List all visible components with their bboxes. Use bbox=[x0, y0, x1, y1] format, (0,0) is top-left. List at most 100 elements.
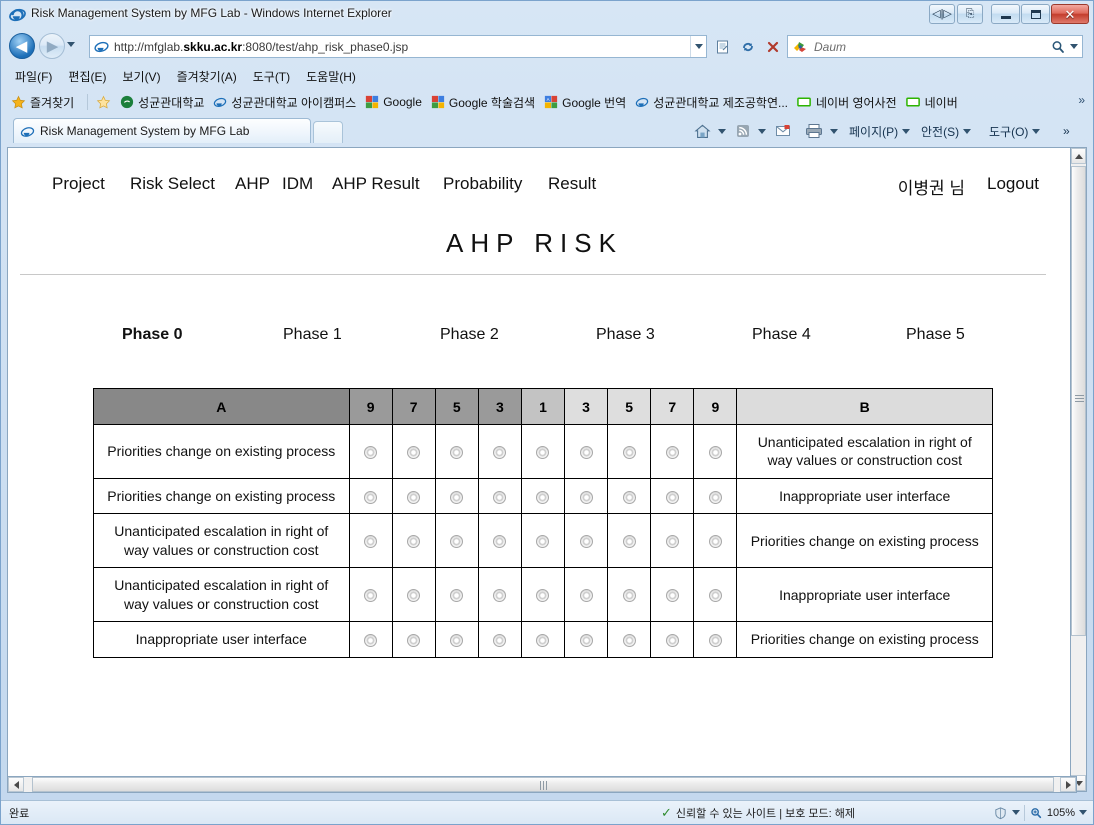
logout-link[interactable]: Logout bbox=[987, 174, 1039, 199]
minimize-button[interactable] bbox=[991, 4, 1020, 24]
address-input[interactable]: http://mfglab.skku.ac.kr:8080/test/ahp_r… bbox=[89, 35, 707, 58]
radio-button[interactable] bbox=[450, 634, 464, 648]
nav-link-result[interactable]: Result bbox=[548, 174, 596, 194]
radio-button[interactable] bbox=[364, 446, 378, 460]
scroll-up-button[interactable] bbox=[1071, 148, 1086, 164]
favorite-item-google-scholar[interactable]: Google 학술검색 bbox=[431, 94, 535, 111]
radio-button[interactable] bbox=[579, 490, 593, 504]
address-dropdown-button[interactable] bbox=[690, 36, 706, 57]
radio-cell-5r[interactable] bbox=[607, 621, 652, 658]
favorite-item-google-translate[interactable]: A Google 번역 bbox=[544, 94, 626, 111]
radio-button[interactable] bbox=[364, 589, 378, 603]
radio-button[interactable] bbox=[622, 490, 636, 504]
radio-cell-9l[interactable] bbox=[348, 567, 393, 623]
mail-button[interactable] bbox=[771, 120, 795, 142]
search-input[interactable]: Daum bbox=[787, 35, 1083, 58]
radio-button[interactable] bbox=[364, 490, 378, 504]
radio-cell-5r[interactable] bbox=[607, 513, 652, 569]
radio-cell-7r[interactable] bbox=[650, 621, 695, 658]
radio-button[interactable] bbox=[622, 535, 636, 549]
radio-cell-1[interactable] bbox=[520, 513, 566, 569]
radio-cell-7r[interactable] bbox=[650, 567, 695, 623]
phase-tab-3[interactable]: Phase 3 bbox=[596, 326, 655, 344]
radio-cell-3l[interactable] bbox=[477, 621, 522, 658]
radio-cell-3l[interactable] bbox=[477, 424, 522, 479]
radio-cell-7r[interactable] bbox=[650, 513, 695, 569]
radio-cell-7l[interactable] bbox=[391, 621, 436, 658]
radio-button[interactable] bbox=[536, 589, 550, 603]
radio-cell-7l[interactable] bbox=[391, 477, 436, 515]
phase-tab-4[interactable]: Phase 4 bbox=[752, 326, 811, 344]
security-zone[interactable]: ✓ 신뢰할 수 있는 사이트 | 보호 모드: 해제 bbox=[661, 805, 855, 821]
radio-button[interactable] bbox=[407, 589, 421, 603]
radio-cell-5l[interactable] bbox=[434, 424, 479, 479]
favorite-item-icampus[interactable]: 성균관대학교 아이캠퍼스 bbox=[213, 94, 356, 111]
menu-item-favorites[interactable]: 즐겨찾기(A) bbox=[177, 68, 237, 85]
radio-button[interactable] bbox=[450, 535, 464, 549]
menu-item-view[interactable]: 보기(V) bbox=[122, 68, 160, 85]
radio-cell-3r[interactable] bbox=[564, 424, 609, 479]
search-go-button[interactable] bbox=[1050, 39, 1066, 55]
radio-button[interactable] bbox=[407, 446, 421, 460]
radio-cell-5r[interactable] bbox=[607, 567, 652, 623]
radio-cell-3l[interactable] bbox=[477, 477, 522, 515]
scroll-left-button[interactable] bbox=[8, 777, 24, 792]
radio-cell-9r[interactable] bbox=[693, 477, 738, 515]
radio-button[interactable] bbox=[493, 535, 507, 549]
menu-item-file[interactable]: 파일(F) bbox=[15, 68, 52, 85]
favorite-item-google[interactable]: Google bbox=[365, 95, 422, 109]
radio-cell-9r[interactable] bbox=[693, 424, 738, 479]
radio-button[interactable] bbox=[493, 589, 507, 603]
radio-cell-5l[interactable] bbox=[434, 513, 479, 569]
radio-button[interactable] bbox=[579, 446, 593, 460]
radio-cell-5r[interactable] bbox=[607, 477, 652, 515]
radio-button[interactable] bbox=[622, 634, 636, 648]
phase-tab-5[interactable]: Phase 5 bbox=[906, 326, 965, 344]
command-bar-overflow-button[interactable]: » bbox=[1063, 120, 1070, 142]
new-tab-window-button[interactable]: ⎘ bbox=[957, 4, 983, 24]
radio-button[interactable] bbox=[493, 634, 507, 648]
recent-pages-chevron-down-icon[interactable] bbox=[67, 42, 75, 47]
radio-cell-7l[interactable] bbox=[391, 424, 436, 479]
radio-cell-9r[interactable] bbox=[693, 567, 738, 623]
radio-cell-7r[interactable] bbox=[650, 424, 695, 479]
maximize-button[interactable] bbox=[1021, 4, 1050, 24]
compatibility-view-button[interactable] bbox=[711, 35, 735, 58]
radio-cell-1[interactable] bbox=[520, 621, 566, 658]
radio-cell-5l[interactable] bbox=[434, 477, 479, 515]
radio-cell-9l[interactable] bbox=[348, 513, 393, 569]
radio-button[interactable] bbox=[450, 589, 464, 603]
feeds-dropdown[interactable] bbox=[755, 120, 768, 142]
phase-tab-1[interactable]: Phase 1 bbox=[283, 326, 342, 344]
print-dropdown[interactable] bbox=[827, 120, 840, 142]
radio-button[interactable] bbox=[364, 634, 378, 648]
radio-cell-5r[interactable] bbox=[607, 424, 652, 479]
radio-cell-9l[interactable] bbox=[348, 424, 393, 479]
radio-cell-9r[interactable] bbox=[693, 621, 738, 658]
radio-button[interactable] bbox=[536, 490, 550, 504]
radio-cell-3l[interactable] bbox=[477, 567, 522, 623]
radio-button[interactable] bbox=[665, 446, 679, 460]
radio-button[interactable] bbox=[665, 490, 679, 504]
radio-button[interactable] bbox=[493, 490, 507, 504]
radio-cell-3r[interactable] bbox=[564, 621, 609, 658]
radio-cell-7r[interactable] bbox=[650, 477, 695, 515]
back-button[interactable]: ◀ bbox=[9, 33, 35, 59]
radio-button[interactable] bbox=[579, 535, 593, 549]
menu-item-edit[interactable]: 편집(E) bbox=[68, 68, 106, 85]
horizontal-scrollbar[interactable] bbox=[7, 776, 1077, 793]
radio-button[interactable] bbox=[708, 535, 722, 549]
radio-button[interactable] bbox=[579, 589, 593, 603]
radio-button[interactable] bbox=[708, 490, 722, 504]
refresh-button[interactable] bbox=[736, 35, 760, 58]
page-menu-button[interactable]: 페이지(P) bbox=[849, 120, 911, 142]
radio-button[interactable] bbox=[536, 446, 550, 460]
favorites-button[interactable]: 즐겨찾기 bbox=[11, 94, 74, 111]
radio-cell-3r[interactable] bbox=[564, 567, 609, 623]
phase-tab-0[interactable]: Phase 0 bbox=[122, 326, 182, 344]
radio-cell-1[interactable] bbox=[520, 567, 566, 623]
scroll-right-button[interactable] bbox=[1060, 777, 1076, 792]
nav-link-probability[interactable]: Probability bbox=[443, 174, 522, 194]
radio-button[interactable] bbox=[493, 446, 507, 460]
quick-tabs-button[interactable]: ◁|▷ bbox=[929, 4, 955, 24]
